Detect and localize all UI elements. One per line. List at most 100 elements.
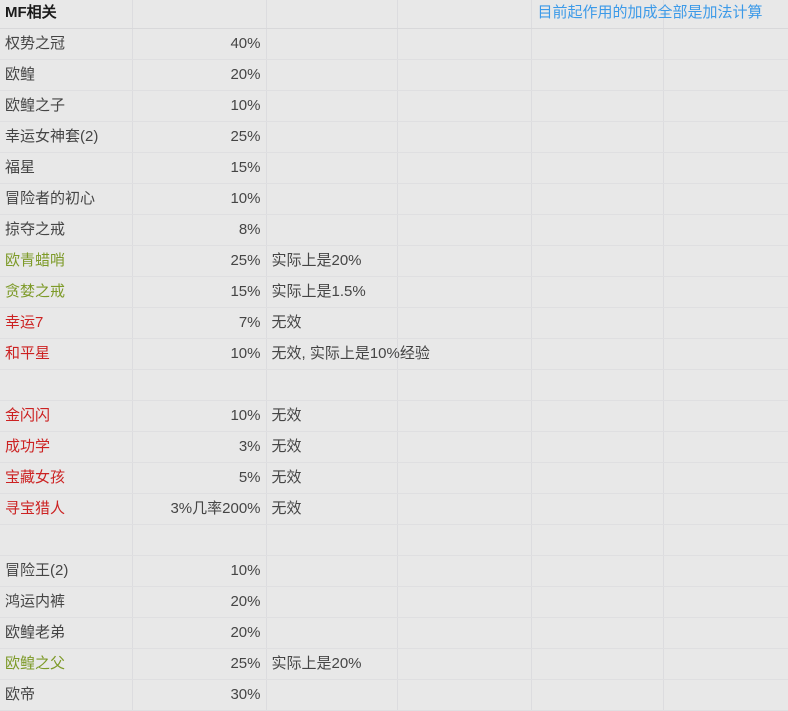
note-cell[interactable]: 无效 xyxy=(266,493,398,525)
note-cell[interactable]: 无效 xyxy=(266,307,398,339)
table-row[interactable]: 成功学 3% 无效 xyxy=(0,431,788,463)
empty-cell[interactable] xyxy=(397,400,532,432)
bonus-value-cell[interactable]: 10% xyxy=(132,338,267,370)
empty-cell[interactable] xyxy=(397,524,532,556)
empty-cell[interactable] xyxy=(531,183,664,215)
item-name-cell[interactable]: 欧鳇 xyxy=(0,59,133,91)
table-row[interactable]: 和平星 10% 无效, 实际上是10%经验 xyxy=(0,338,788,370)
note-cell[interactable]: 无效, 实际上是10%经验 xyxy=(266,338,430,370)
note-cell[interactable]: 无效 xyxy=(266,431,398,463)
bonus-value-cell[interactable]: 10% xyxy=(132,555,267,587)
table-row[interactable]: 福星 15% xyxy=(0,152,788,184)
empty-cell[interactable] xyxy=(663,183,788,215)
table-row[interactable]: 权势之冠 40% xyxy=(0,28,788,60)
item-name-cell[interactable]: 掠夺之戒 xyxy=(0,214,133,246)
item-name-cell[interactable]: 福星 xyxy=(0,152,133,184)
note-cell[interactable] xyxy=(266,90,398,122)
note-cell[interactable] xyxy=(266,0,398,29)
empty-cell[interactable] xyxy=(531,245,664,277)
empty-cell[interactable] xyxy=(531,617,664,649)
note-cell[interactable] xyxy=(266,524,398,556)
empty-cell[interactable] xyxy=(663,586,788,618)
empty-cell[interactable] xyxy=(663,648,788,680)
bonus-value-cell[interactable]: 10% xyxy=(132,90,267,122)
table-row[interactable]: 欧青蜡哨 25% 实际上是20% xyxy=(0,245,788,277)
item-name-cell[interactable]: 冒险王(2) xyxy=(0,555,133,587)
empty-cell[interactable] xyxy=(397,555,532,587)
empty-cell[interactable] xyxy=(663,214,788,246)
note-cell[interactable] xyxy=(266,617,398,649)
item-name-cell[interactable]: 冒险者的初心 xyxy=(0,183,133,215)
table-row[interactable]: 欧帝 30% xyxy=(0,679,788,711)
note-cell[interactable]: 无效 xyxy=(266,462,398,494)
empty-cell[interactable] xyxy=(397,245,532,277)
note-cell[interactable] xyxy=(266,152,398,184)
bonus-value-cell[interactable]: 8% xyxy=(132,214,267,246)
empty-cell[interactable] xyxy=(397,586,532,618)
empty-cell[interactable] xyxy=(397,214,532,246)
empty-cell[interactable] xyxy=(397,462,532,494)
empty-cell[interactable] xyxy=(397,121,532,153)
item-name-cell[interactable] xyxy=(0,524,133,556)
note-cell[interactable]: 实际上是1.5% xyxy=(266,276,398,308)
empty-cell[interactable] xyxy=(663,276,788,308)
empty-cell[interactable] xyxy=(663,524,788,556)
item-name-cell[interactable]: 欧鳇老弟 xyxy=(0,617,133,649)
item-name-cell[interactable]: 鸿运内裤 xyxy=(0,586,133,618)
empty-cell[interactable] xyxy=(531,369,664,401)
item-name-cell[interactable]: 宝藏女孩 xyxy=(0,462,133,494)
empty-cell[interactable] xyxy=(663,307,788,339)
empty-cell[interactable] xyxy=(663,369,788,401)
empty-cell[interactable] xyxy=(531,152,664,184)
item-name-cell[interactable]: 欧鳇之父 xyxy=(0,648,133,680)
bonus-value-cell[interactable]: 15% xyxy=(132,152,267,184)
empty-cell[interactable] xyxy=(397,28,532,60)
bonus-value-cell[interactable]: 25% xyxy=(132,648,267,680)
item-name-cell[interactable]: 幸运7 xyxy=(0,307,133,339)
empty-cell[interactable] xyxy=(663,555,788,587)
empty-cell[interactable] xyxy=(663,462,788,494)
item-name-cell[interactable]: 欧青蜡哨 xyxy=(0,245,133,277)
empty-cell[interactable] xyxy=(531,121,664,153)
empty-cell[interactable] xyxy=(663,431,788,463)
empty-cell[interactable] xyxy=(531,431,664,463)
table-row[interactable]: 欧鳇之父 25% 实际上是20% xyxy=(0,648,788,680)
empty-cell[interactable] xyxy=(663,679,788,711)
bonus-value-cell[interactable]: 20% xyxy=(132,59,267,91)
note-cell[interactable] xyxy=(266,214,398,246)
bonus-value-cell[interactable]: 20% xyxy=(132,617,267,649)
empty-cell[interactable] xyxy=(663,338,788,370)
bonus-value-cell[interactable]: 25% xyxy=(132,121,267,153)
empty-cell[interactable] xyxy=(663,245,788,277)
empty-cell[interactable] xyxy=(397,617,532,649)
bonus-value-cell[interactable]: 40% xyxy=(132,28,267,60)
note-cell[interactable] xyxy=(266,183,398,215)
empty-cell[interactable] xyxy=(397,648,532,680)
table-row[interactable]: 掠夺之戒 8% xyxy=(0,214,788,246)
empty-cell[interactable] xyxy=(663,617,788,649)
empty-cell[interactable] xyxy=(531,276,664,308)
empty-cell[interactable] xyxy=(663,28,788,60)
bonus-value-cell[interactable]: 30% xyxy=(132,679,267,711)
empty-cell[interactable] xyxy=(397,152,532,184)
empty-cell[interactable] xyxy=(531,679,664,711)
bonus-value-cell[interactable] xyxy=(132,369,267,401)
table-row[interactable]: 宝藏女孩 5% 无效 xyxy=(0,462,788,494)
empty-cell[interactable] xyxy=(531,493,664,525)
bonus-value-cell[interactable] xyxy=(132,524,267,556)
bonus-value-cell[interactable]: 10% xyxy=(132,400,267,432)
bonus-value-cell[interactable]: 5% xyxy=(132,462,267,494)
item-name-cell[interactable]: 成功学 xyxy=(0,431,133,463)
sheet-title[interactable]: MF相关 xyxy=(0,0,133,29)
item-name-cell[interactable]: 欧鳇之子 xyxy=(0,90,133,122)
bonus-value-cell[interactable]: 10% xyxy=(132,183,267,215)
empty-cell[interactable] xyxy=(531,462,664,494)
empty-cell[interactable] xyxy=(663,121,788,153)
empty-cell[interactable] xyxy=(531,307,664,339)
empty-cell[interactable] xyxy=(531,59,664,91)
empty-cell[interactable] xyxy=(531,338,664,370)
note-cell[interactable] xyxy=(266,679,398,711)
table-row[interactable]: 欧鳇老弟 20% xyxy=(0,617,788,649)
empty-cell[interactable] xyxy=(397,59,532,91)
item-name-cell[interactable]: 欧帝 xyxy=(0,679,133,711)
